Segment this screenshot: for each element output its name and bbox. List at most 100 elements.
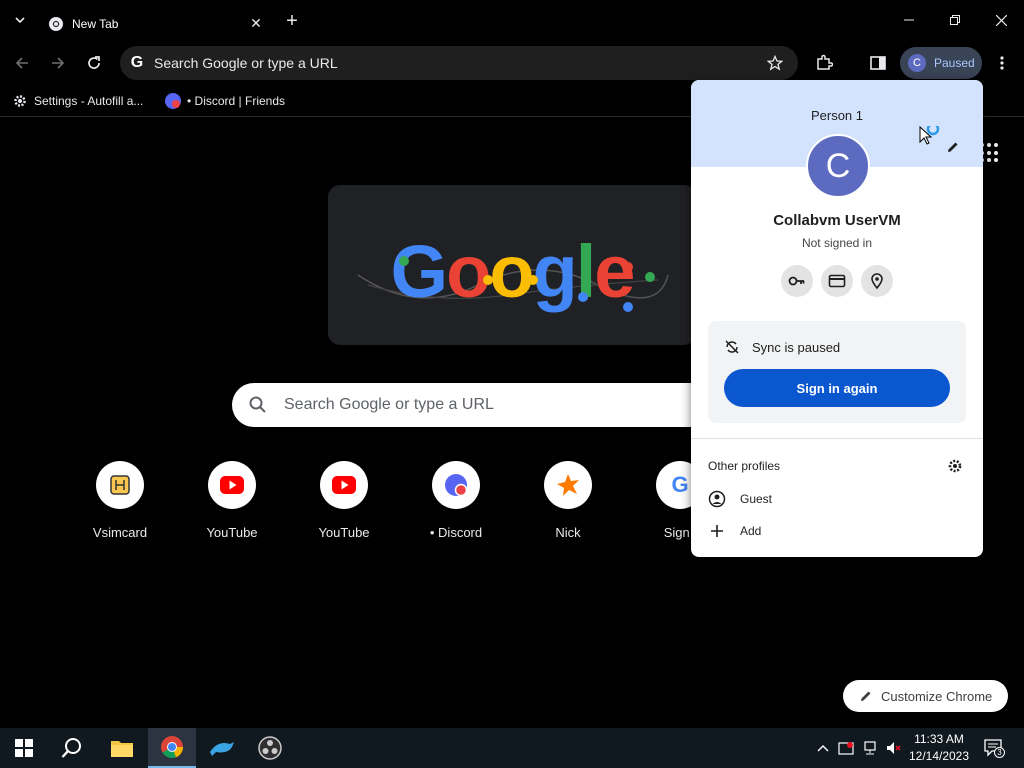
account-circle-icon [708, 490, 726, 508]
menu-button[interactable] [986, 47, 1018, 79]
customize-chrome-button[interactable]: Customize Chrome [843, 680, 1008, 712]
avatar: C [908, 54, 926, 72]
payment-methods-button[interactable] [821, 265, 853, 297]
google-doodle[interactable]: Google [328, 185, 696, 345]
ntp-search-placeholder: Search Google or type a URL [284, 396, 494, 413]
guest-profile-item[interactable]: Guest [708, 487, 772, 511]
toolbar: G Search Google or type a URL C Paused [0, 41, 1024, 85]
customize-chrome-label: Customize Chrome [881, 688, 993, 704]
back-button[interactable] [6, 47, 38, 79]
security-icon[interactable] [838, 740, 854, 756]
divider [691, 438, 983, 439]
tab-title: New Tab [72, 16, 119, 31]
close-window-button[interactable] [978, 0, 1024, 40]
gear-icon[interactable] [947, 458, 963, 474]
sign-in-again-button[interactable]: Sign in again [724, 369, 950, 407]
side-panel-icon [870, 56, 886, 70]
minimize-icon [904, 19, 914, 21]
forward-button[interactable] [42, 47, 74, 79]
side-panel-button[interactable] [862, 47, 894, 79]
passwords-button[interactable] [781, 265, 813, 297]
bookmark-settings-autofill[interactable]: Settings - Autofill a... [12, 89, 143, 113]
kebab-menu-icon [1000, 56, 1004, 70]
reload-button[interactable] [78, 47, 110, 79]
taskbar-dolphin[interactable] [198, 728, 246, 768]
chrome-icon [49, 16, 63, 31]
addresses-button[interactable] [861, 265, 893, 297]
taskbar-file-explorer[interactable] [98, 728, 146, 768]
profile-person-label: Person 1 [810, 108, 864, 123]
shortcut-vsimcard[interactable]: Vsimcard [64, 461, 176, 551]
sync-disabled-icon [725, 340, 739, 354]
shortcut-label: YouTube [318, 525, 370, 540]
youtube-icon [208, 461, 256, 509]
profile-status-label: Paused [934, 56, 975, 70]
minimize-button[interactable] [886, 0, 932, 40]
add-profile-item[interactable]: Add [708, 519, 761, 543]
nick-icon [544, 461, 592, 509]
simcard-icon [96, 461, 144, 509]
search-icon [61, 738, 81, 758]
doodle-text: Google [391, 230, 634, 313]
guest-label: Guest [740, 492, 773, 506]
shortcut-discord[interactable]: • Discord [400, 461, 512, 551]
shortcut-youtube-2[interactable]: YouTube [288, 461, 400, 551]
bookmark-star-icon[interactable] [758, 46, 792, 80]
taskbar: 11:33 AM 12/14/2023 3 [0, 728, 1024, 768]
arrow-left-icon [15, 57, 28, 69]
location-pin-icon [871, 273, 883, 290]
windows-icon [15, 739, 33, 757]
puzzle-icon [817, 54, 833, 70]
notifications-button[interactable]: 3 [984, 739, 1005, 758]
google-icon: G [130, 54, 144, 71]
shortcut-nick[interactable]: Nick [512, 461, 624, 551]
discord-icon [165, 93, 181, 109]
address-bar[interactable]: G Search Google or type a URL [120, 46, 798, 80]
gear-icon [12, 93, 28, 109]
bookmark-discord[interactable]: • Discord | Friends [165, 89, 285, 113]
new-tab-button[interactable]: + [280, 9, 304, 33]
restore-button[interactable] [932, 0, 978, 40]
other-profiles-heading: Other profiles [708, 459, 781, 473]
key-icon [788, 276, 805, 286]
pencil-icon [948, 142, 958, 152]
profile-button[interactable]: C Paused [900, 47, 982, 79]
credit-card-icon [828, 274, 846, 288]
tab-close-icon[interactable]: ✕ [246, 14, 266, 34]
shortcut-youtube[interactable]: YouTube [176, 461, 288, 551]
taskbar-obs[interactable] [246, 728, 294, 768]
plus-icon [708, 522, 726, 540]
start-button[interactable] [0, 728, 48, 768]
obs-icon [258, 736, 282, 760]
profile-menu: Person 1 C Collabvm UserVM Not signed in… [691, 80, 983, 557]
sync-status-text: Sync is paused [752, 340, 841, 355]
notification-count-badge: 3 [994, 747, 1005, 758]
google-apps-icon[interactable] [980, 143, 1000, 163]
restore-icon [950, 15, 960, 25]
volume-muted-icon[interactable] [886, 740, 902, 756]
tab-new-tab[interactable]: New Tab ✕ [36, 6, 272, 41]
edit-profile-button[interactable] [943, 137, 963, 157]
youtube-icon [320, 461, 368, 509]
chevron-up-icon[interactable] [815, 740, 831, 756]
clock-date: 12/14/2023 [908, 749, 970, 763]
shortcut-label: Vsimcard [92, 525, 148, 540]
reload-icon [88, 56, 100, 69]
folder-icon [111, 741, 133, 757]
profile-name: Collabvm UserVM [773, 212, 901, 229]
chrome-icon [161, 736, 184, 759]
discord-icon [432, 461, 480, 509]
close-icon [995, 14, 1007, 26]
busy-cursor-icon [919, 126, 940, 145]
tab-search-button[interactable] [8, 8, 32, 32]
extensions-button[interactable] [808, 47, 840, 79]
taskbar-chrome[interactable] [148, 728, 196, 768]
system-clock[interactable]: 11:33 AM 12/14/2023 [904, 731, 974, 765]
shortcut-label: • Discord [429, 525, 483, 540]
dolphin-icon [210, 742, 234, 756]
network-icon[interactable] [862, 740, 878, 756]
pencil-icon [861, 691, 871, 701]
shortcut-label: YouTube [206, 525, 258, 540]
address-bar-placeholder: Search Google or type a URL [154, 55, 338, 71]
taskbar-search-button[interactable] [48, 728, 96, 768]
